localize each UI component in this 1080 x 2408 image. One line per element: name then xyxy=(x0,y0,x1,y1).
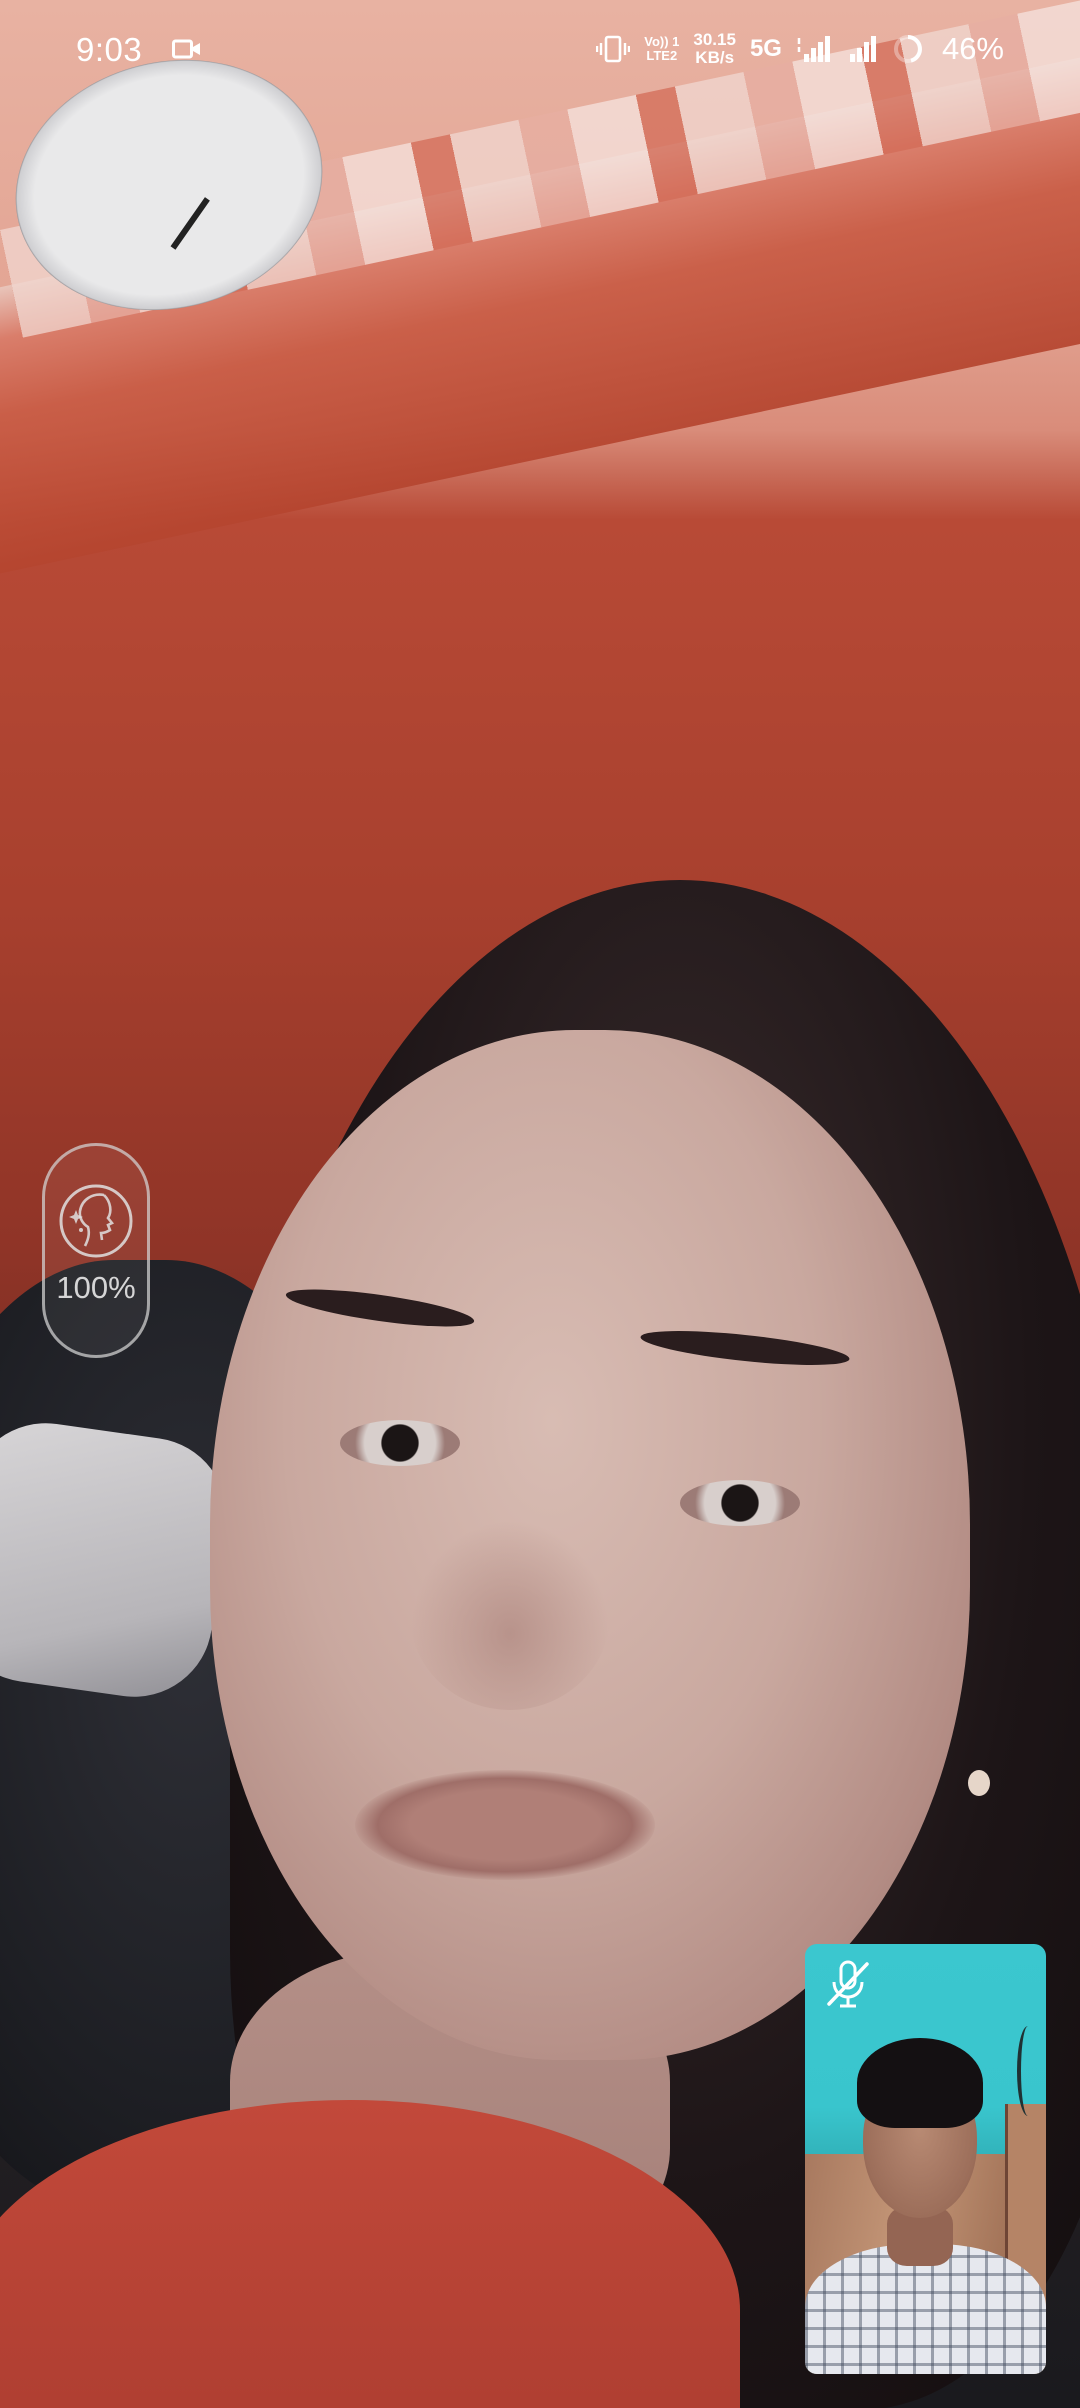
vibrate-icon xyxy=(596,35,631,63)
network-speed-value: 30.15 xyxy=(693,30,736,49)
remote-person-left-eye xyxy=(340,1420,460,1466)
remote-person-lips xyxy=(355,1770,655,1880)
signal-sim1-icon xyxy=(797,36,830,62)
beauty-filter-button[interactable]: 100% xyxy=(42,1143,150,1358)
network-speed-unit: KB/s xyxy=(695,48,735,67)
beauty-level-label: 100% xyxy=(56,1270,136,1305)
remote-person-right-eye xyxy=(680,1480,800,1526)
network-type: 5G xyxy=(749,35,782,62)
signal-sim2-icon xyxy=(849,36,876,62)
self-preview-window[interactable] xyxy=(805,1944,1046,2374)
remote-person-face xyxy=(210,1030,970,2060)
mic-off-icon[interactable] xyxy=(821,1956,875,2010)
status-bar: 9:03 Vo)) 1 LTE2 30.15 KB/s 5G 46% xyxy=(0,0,1080,100)
volte-indicator: Vo)) 1 LTE2 xyxy=(644,35,679,63)
remote-person-nose xyxy=(410,1520,610,1710)
video-camera-icon xyxy=(172,39,200,59)
battery-percent: 46% xyxy=(941,31,1004,66)
battery-ring-icon xyxy=(893,35,922,63)
remote-person-earring xyxy=(968,1770,990,1796)
self-preview-hair xyxy=(857,2038,983,2128)
face-beauty-icon xyxy=(59,1184,133,1258)
volte-label: Vo)) 1 xyxy=(644,34,680,49)
status-icons: Vo)) 1 LTE2 30.15 KB/s 5G 46% xyxy=(596,24,1004,74)
network-speed: 30.15 KB/s xyxy=(693,31,736,67)
status-time: 9:03 xyxy=(76,31,143,68)
lte-label: LTE2 xyxy=(646,48,678,63)
self-preview-wall-decor xyxy=(1017,2026,1039,2116)
